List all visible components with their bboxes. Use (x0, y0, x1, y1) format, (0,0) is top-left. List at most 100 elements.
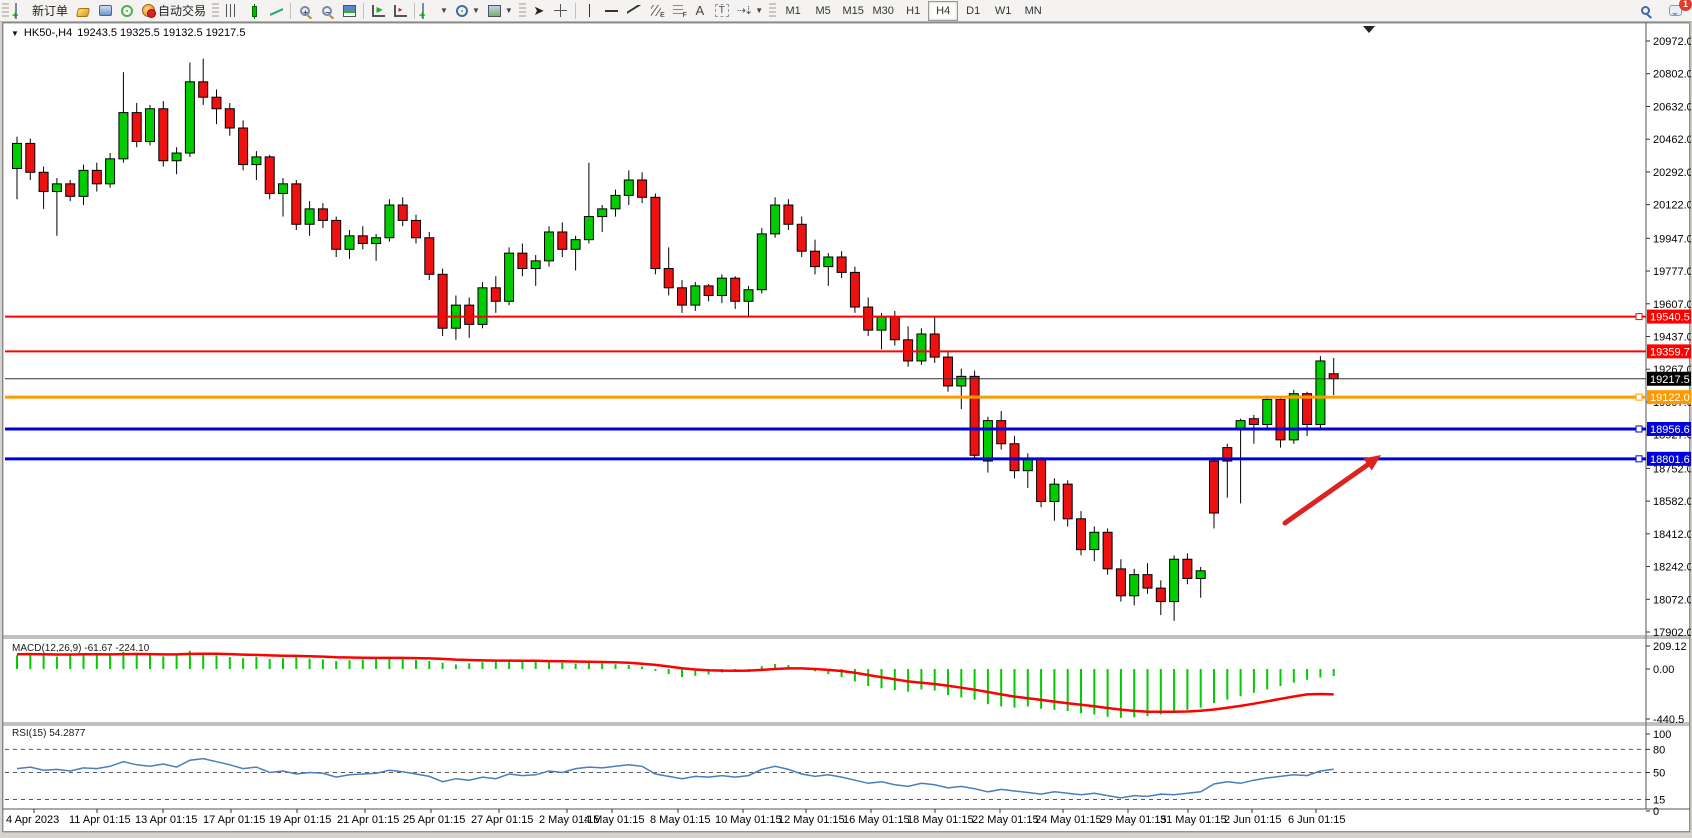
price-tick-label: 20802.0 (1653, 69, 1691, 81)
line-handle[interactable] (1636, 314, 1642, 320)
new-order-label: 新订单 (32, 2, 68, 19)
candle-body (412, 220, 421, 237)
toolbar-grip[interactable] (212, 3, 219, 19)
fibonacci-button[interactable]: F (667, 1, 689, 21)
fibonacci-icon: F (671, 4, 685, 17)
candle-body (199, 82, 208, 97)
chevron-down-icon: ▼ (755, 6, 763, 15)
zoom-out-icon: − (322, 6, 332, 16)
candle-body (1276, 399, 1285, 439)
line-chart-button[interactable] (265, 1, 287, 21)
candle-body (771, 205, 780, 234)
signal-icon (121, 5, 133, 17)
candle-body (398, 205, 407, 220)
tile-windows-button[interactable] (338, 1, 360, 21)
signals-button[interactable] (116, 1, 138, 21)
crosshair-button[interactable] (550, 1, 572, 21)
text-label-button[interactable]: T (711, 1, 733, 21)
auto-scroll-button[interactable]: ▶ (367, 1, 389, 21)
price-tick-label: 20632.0 (1653, 101, 1691, 113)
bar-chart-icon (226, 4, 239, 17)
date-label: 2 Jun 01:15 (1224, 814, 1282, 826)
cursor-button[interactable]: ➤ (528, 1, 550, 21)
timeframe-button-m5[interactable]: M5 (808, 1, 838, 21)
indicators-button[interactable]: +▼ (418, 1, 452, 21)
timeframe-button-m1[interactable]: M1 (778, 1, 808, 21)
price-tag-label: 19217.5 (1650, 374, 1690, 386)
candle-body (332, 220, 341, 249)
timeframe-button-h4[interactable]: H4 (928, 1, 958, 21)
price-tick-label: 20122.0 (1653, 200, 1691, 212)
periods-button[interactable]: ▼ (452, 1, 484, 21)
auto-trading-button[interactable]: 自动交易 (138, 1, 210, 21)
tile-windows-icon (343, 5, 356, 17)
timeframe-button-h1[interactable]: H1 (898, 1, 928, 21)
metaeditor-button[interactable] (72, 1, 94, 21)
candle-body (438, 274, 447, 328)
candle-body (279, 184, 288, 194)
trend-arrow-annotation[interactable] (1285, 461, 1373, 523)
toolbar-grip[interactable] (519, 3, 526, 19)
one-click-trading-toggle-icon[interactable]: ▼ (11, 29, 19, 38)
vertical-line-button[interactable] (579, 1, 601, 21)
date-label: 22 May 01:15 (972, 814, 1039, 826)
candlestick-button[interactable] (243, 1, 265, 21)
line-handle[interactable] (1636, 426, 1642, 432)
toolbar-grip[interactable] (769, 3, 776, 19)
notifications-button[interactable]: 1 (1664, 1, 1686, 21)
candle-body (664, 269, 673, 288)
vertical-line-icon (583, 4, 596, 17)
timeframe-button-m30[interactable]: M30 (868, 1, 898, 21)
equidistant-channel-button[interactable]: E (645, 1, 667, 21)
candle-body (491, 288, 500, 301)
arrows-button[interactable]: ⇢⇣▼ (733, 1, 767, 21)
candle-body (1170, 559, 1179, 601)
candle-body (824, 257, 833, 267)
candle-body (1289, 394, 1298, 440)
zoom-out-button[interactable]: − (316, 1, 338, 21)
timeframe-button-w1[interactable]: W1 (988, 1, 1018, 21)
line-handle[interactable] (1636, 456, 1642, 462)
text-button[interactable]: A (689, 1, 711, 21)
date-label: 10 May 01:15 (715, 814, 782, 826)
candle-body (611, 195, 620, 208)
templates-button[interactable]: ▼ (484, 1, 517, 21)
chevron-down-icon: ▼ (472, 6, 480, 15)
candle-body (944, 357, 953, 386)
rsi-tick-label: 80 (1653, 744, 1665, 756)
candle-body (797, 224, 806, 251)
candle-body (172, 153, 181, 161)
macd-indicator-label: MACD(12,26,9) -61.67 -224.10 (12, 643, 149, 654)
timeframe-button-d1[interactable]: D1 (958, 1, 988, 21)
candle-body (358, 236, 367, 244)
date-label: 17 Apr 01:15 (203, 814, 265, 826)
candle-body (92, 170, 101, 183)
bar-chart-button[interactable] (221, 1, 243, 21)
new-order-button[interactable]: + 新订单 (11, 1, 72, 21)
date-label: 18 May 01:15 (907, 814, 974, 826)
chart-shift-button[interactable]: ▸ (389, 1, 411, 21)
candle-body (1130, 575, 1139, 596)
price-chart[interactable]: 20972.020802.020632.020462.020292.020122… (3, 23, 1691, 833)
timeframe-button-m15[interactable]: M15 (838, 1, 868, 21)
candle-body (52, 184, 61, 192)
chart-shift-marker[interactable] (1363, 26, 1375, 33)
horizontal-line-button[interactable] (601, 1, 623, 21)
timeframe-button-mn[interactable]: MN (1018, 1, 1048, 21)
trendline-button[interactable] (623, 1, 645, 21)
candle-body (850, 272, 859, 307)
toolbar-grip[interactable] (2, 3, 9, 19)
candle-body (704, 286, 713, 296)
search-button[interactable] (1634, 1, 1656, 21)
text-icon: A (695, 4, 704, 17)
candle-body (545, 232, 554, 261)
line-handle[interactable] (1636, 394, 1642, 400)
candle-body (505, 253, 514, 301)
horizontal-line-icon (605, 4, 618, 17)
candle-body (917, 334, 926, 361)
zoom-in-button[interactable]: + (294, 1, 316, 21)
candle-body (757, 234, 766, 290)
terminal-button[interactable] (94, 1, 116, 21)
candle-body (1143, 575, 1152, 588)
cursor-icon: ➤ (533, 4, 544, 17)
